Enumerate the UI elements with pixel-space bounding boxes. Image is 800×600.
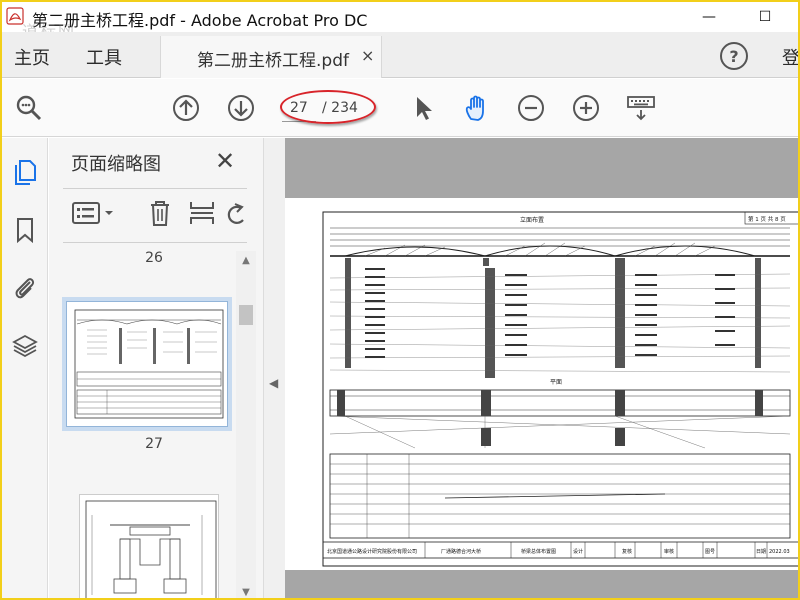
main-toolbar: 27 / 234 xyxy=(2,79,798,137)
thumbnails-scrollbar[interactable]: ▲ ▼ xyxy=(236,251,256,598)
acrobat-window: 第二册主桥工程.pdf - Adobe Acrobat Pro DC 道标网 —… xyxy=(0,0,800,600)
scrollbar-thumb[interactable] xyxy=(239,305,253,325)
scroll-up-icon[interactable]: ▲ xyxy=(240,255,252,267)
elevation-heading: 立面布置 xyxy=(520,216,544,224)
window-title: 第二册主桥工程.pdf - Adobe Acrobat Pro DC xyxy=(32,11,368,30)
scroll-down-icon[interactable]: ▼ xyxy=(240,587,252,598)
select-arrow-icon[interactable] xyxy=(408,93,438,123)
sheet-name: 桥梁总体布置图 xyxy=(521,548,556,555)
panel-divider xyxy=(63,188,247,189)
title-bar: 第二册主桥工程.pdf - Adobe Acrobat Pro DC 道标网 —… xyxy=(2,2,798,41)
figure-number-label: 图号 xyxy=(705,549,715,555)
help-icon: ? xyxy=(729,46,739,66)
tab-bar: 主页 工具 第二册主桥工程.pdf × ? 登 xyxy=(2,32,798,78)
insert-page-icon[interactable] xyxy=(187,198,217,228)
page-thumbnails-icon[interactable] xyxy=(11,158,39,186)
bridge-drawing: 立面布置 第 1 页 共 8 页 平面 北京国道通公路设计研究院股份有限公司 厂… xyxy=(322,211,798,567)
document-tab-label: 第二册主桥工程.pdf xyxy=(197,51,349,71)
bookmarks-icon[interactable] xyxy=(11,216,39,244)
minimize-icon: — xyxy=(702,9,716,25)
zoom-out-icon[interactable] xyxy=(516,93,546,123)
page-down-icon[interactable] xyxy=(226,93,256,123)
delete-pages-icon[interactable] xyxy=(145,198,175,228)
thumbnail-page-28[interactable] xyxy=(79,494,219,598)
panel-title: 页面缩略图 xyxy=(71,154,161,175)
audit-label: 审核 xyxy=(664,548,674,555)
document-tab-close-icon[interactable]: × xyxy=(361,46,374,65)
hand-tool-icon[interactable] xyxy=(462,93,492,123)
highlight-ellipse xyxy=(280,90,376,124)
project-name: 厂通路德合河大桥 xyxy=(441,548,481,555)
maximize-icon: ☐ xyxy=(758,9,772,25)
rotate-page-icon[interactable] xyxy=(225,198,247,228)
layers-icon[interactable] xyxy=(11,332,39,360)
date-value: 2022.03 xyxy=(769,549,790,555)
thumbnail-options-icon[interactable] xyxy=(71,198,125,228)
thumbnails-panel: 页面缩略图 ✕ 26 27 ▲ ▼ xyxy=(49,138,263,598)
home-menu[interactable]: 主页 xyxy=(14,44,50,70)
panel-toolbar-divider xyxy=(63,242,247,243)
document-tab[interactable]: 第二册主桥工程.pdf × xyxy=(160,36,382,78)
date-label: 日期 xyxy=(756,549,766,555)
panel-collapse-handle[interactable]: ◀ xyxy=(263,138,285,598)
maximize-button[interactable]: ☐ xyxy=(742,2,788,32)
help-button[interactable]: ? xyxy=(720,42,748,70)
design-label: 设计 xyxy=(573,548,583,555)
thumbnail-page-label: 26 xyxy=(145,250,163,266)
thumbnail-drawing xyxy=(67,302,227,426)
panel-close-icon[interactable]: ✕ xyxy=(215,147,235,175)
review-label: 复核 xyxy=(622,548,632,555)
thumbnail-page-label-selected: 27 xyxy=(145,436,163,452)
sheet-number-label: 第 1 页 共 8 页 xyxy=(748,215,786,223)
thumbnail-drawing-28 xyxy=(85,500,217,598)
document-view[interactable]: 立面布置 第 1 页 共 8 页 平面 北京国道通公路设计研究院股份有限公司 厂… xyxy=(285,138,798,598)
minimize-button[interactable]: — xyxy=(686,2,732,32)
login-button[interactable]: 登 xyxy=(782,44,798,70)
navigation-pane-strip xyxy=(2,138,48,598)
thumbnail-page-27[interactable] xyxy=(66,301,228,427)
zoom-in-icon[interactable] xyxy=(571,93,601,123)
company-name: 北京国道通公路设计研究院股份有限公司 xyxy=(327,548,417,555)
search-zoom-icon[interactable] xyxy=(14,93,44,123)
page-up-icon[interactable] xyxy=(171,93,201,123)
tools-menu[interactable]: 工具 xyxy=(86,44,122,70)
plan-heading: 平面 xyxy=(550,379,562,386)
collapse-left-icon[interactable]: ◀ xyxy=(269,376,278,390)
document-page: 立面布置 第 1 页 共 8 页 平面 北京国道通公路设计研究院股份有限公司 厂… xyxy=(285,198,798,570)
attachments-icon[interactable] xyxy=(11,274,39,302)
keyboard-icon[interactable] xyxy=(626,93,656,123)
